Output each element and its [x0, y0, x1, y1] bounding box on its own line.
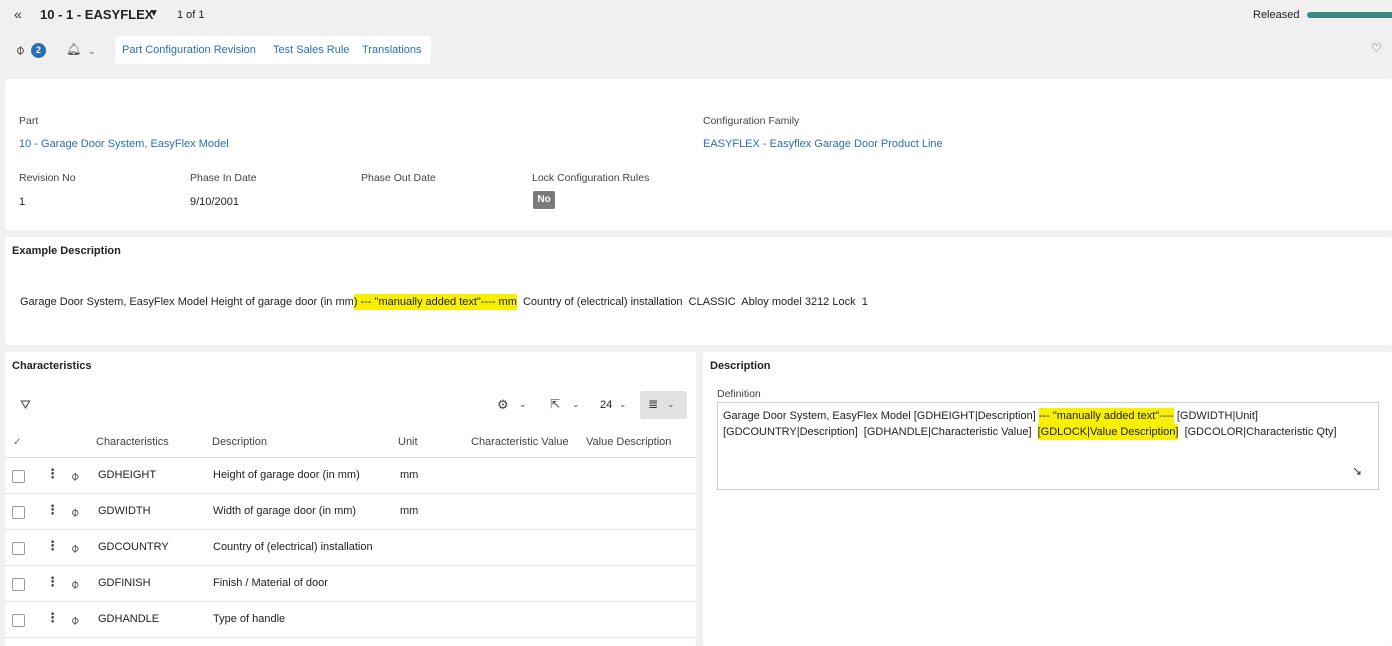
definition-line1-start: Garage Door System, EasyFlex Model [GDHE… [723, 410, 1039, 422]
view-mode-dropdown-icon[interactable]: ⌄ [667, 398, 675, 410]
phase-in-date-value: 9/10/2001 [190, 196, 239, 208]
example-description-title: Example Description [12, 245, 121, 257]
row-description: Finish / Material of door [213, 577, 328, 589]
revision-no-value: 1 [19, 196, 26, 208]
attachment-icon[interactable]: ⌀ [12, 41, 28, 58]
row-checkbox[interactable] [12, 578, 25, 591]
row-attachment-icon[interactable]: ⌀ [67, 468, 82, 483]
list-view-icon[interactable]: ≣ [648, 397, 658, 411]
row-unit: mm [400, 505, 419, 517]
link-part-configuration-revision[interactable]: Part Configuration Revision [122, 44, 256, 56]
example-description-panel [5, 237, 1392, 345]
table-row[interactable]: ⋮ ⌀ GDWIDTH Width of garage door (in mm)… [5, 494, 695, 530]
record-pager: 1 of 1 [177, 9, 205, 21]
resize-handle-icon[interactable]: ↘ [1352, 464, 1362, 478]
characteristics-title: Characteristics [12, 360, 92, 372]
example-text-end: Country of (electrical) installation CLA… [516, 296, 868, 308]
part-label: Part [19, 115, 39, 127]
column-header-description[interactable]: Description [212, 436, 267, 448]
row-attachment-icon[interactable]: ⌀ [67, 612, 82, 627]
configuration-family-label: Configuration Family [703, 115, 800, 127]
row-description: Country of (electrical) installation [213, 541, 373, 553]
column-header-characteristics[interactable]: Characteristics [96, 436, 169, 448]
filter-icon[interactable]: ⛛ [20, 397, 31, 413]
row-menu-icon[interactable]: ⋮ [46, 574, 59, 590]
definition-line2-highlight: [GDLOCK|Value Description] [1037, 424, 1179, 440]
row-checkbox[interactable] [12, 506, 25, 519]
definition-line2-end: [GDCOLOR|Characteristic Qty] [1178, 426, 1337, 438]
row-attachment-icon[interactable]: ⌀ [67, 576, 82, 591]
row-menu-icon[interactable]: ⋮ [46, 610, 59, 626]
characteristics-table-body: ⋮ ⌀ GDHEIGHT Height of garage door (in m… [5, 458, 696, 646]
attachments-count-badge[interactable]: 2 [31, 43, 46, 58]
column-header-unit[interactable]: Unit [398, 436, 418, 448]
row-menu-icon[interactable]: ⋮ [46, 466, 59, 482]
column-header-characteristic-value[interactable]: Characteristic Value [471, 436, 569, 448]
part-value-link[interactable]: 10 - Garage Door System, EasyFlex Model [19, 138, 229, 150]
description-title: Description [710, 360, 771, 372]
row-description: Type of handle [213, 613, 286, 625]
row-checkbox[interactable] [12, 542, 25, 555]
table-row[interactable]: ⋮ ⌀ GDHEIGHT Height of garage door (in m… [5, 458, 695, 494]
export-icon[interactable]: ⇱ [550, 397, 560, 411]
notification-bell-icon[interactable]: 🔔︎ [66, 42, 81, 56]
row-unit: mm [400, 469, 419, 481]
phase-out-date-label: Phase Out Date [361, 172, 436, 184]
row-checkbox[interactable] [12, 470, 25, 483]
example-text-start: Garage Door System, EasyFlex Model Heigh… [20, 296, 354, 308]
link-translations[interactable]: Translations [362, 44, 422, 56]
revision-no-label: Revision No [19, 172, 76, 184]
row-characteristic-code: GDCOUNTRY [98, 541, 169, 553]
example-text-highlight: ) --- "manually added text"---- mm [353, 294, 517, 310]
row-attachment-icon[interactable]: ⌀ [67, 504, 82, 519]
row-description: Width of garage door (in mm) [213, 505, 357, 517]
lock-configuration-rules-label: Lock Configuration Rules [532, 172, 650, 184]
column-header-value-description[interactable]: Value Description [586, 436, 671, 448]
page-size-selector[interactable]: 24 [600, 399, 612, 411]
definition-line-1: Garage Door System, EasyFlex Model [GDHE… [723, 408, 1258, 424]
page-size-dropdown-icon[interactable]: ⌄ [619, 398, 627, 410]
definition-line-2: [GDCOUNTRY|Description] [GDHANDLE|Charac… [723, 424, 1337, 440]
back-icon[interactable]: « [14, 6, 22, 22]
row-description: Height of garage door (in mm) [213, 469, 360, 481]
definition-textarea[interactable]: Garage Door System, EasyFlex Model [GDHE… [717, 402, 1379, 490]
definition-line1-highlight: --- "manually added text"---- [1038, 408, 1174, 424]
notification-dropdown-icon[interactable]: ⌄ [88, 45, 96, 57]
page-title: 10 - 1 - EASYFLEX [40, 7, 154, 22]
favorite-heart-icon[interactable]: ♡ [1371, 41, 1382, 55]
lock-configuration-rules-badge: No [533, 191, 555, 209]
row-menu-icon[interactable]: ⋮ [46, 538, 59, 554]
status-progress-bar [1307, 12, 1392, 18]
definition-line1-end: [GDWIDTH|Unit] [1173, 410, 1258, 422]
table-row[interactable]: ⋮ ⌀ GDFINISH Finish / Material of door [5, 566, 695, 602]
row-checkbox[interactable] [12, 614, 25, 627]
definition-line2-start: [GDCOUNTRY|Description] [GDHANDLE|Charac… [723, 426, 1038, 438]
description-panel [703, 352, 1392, 646]
example-description-text: Garage Door System, EasyFlex Model Heigh… [20, 294, 868, 310]
row-attachment-icon[interactable]: ⌀ [67, 540, 82, 555]
table-row[interactable]: ⋮ ⌀ GDCOUNTRY Country of (electrical) in… [5, 530, 695, 566]
phase-in-date-label: Phase In Date [190, 172, 257, 184]
table-row[interactable]: ⋮ ⌀ GDHANDLE Type of handle [5, 602, 695, 638]
row-characteristic-code: GDFINISH [98, 577, 151, 589]
link-test-sales-rule[interactable]: Test Sales Rule [273, 44, 349, 56]
definition-label: Definition [717, 388, 761, 400]
export-dropdown-icon[interactable]: ⌄ [572, 398, 580, 410]
status-label: Released [1253, 9, 1300, 21]
select-all-checkmark-icon[interactable]: ✓ [13, 437, 21, 448]
configuration-family-link[interactable]: EASYFLEX - Easyflex Garage Door Product … [703, 138, 943, 150]
row-menu-icon[interactable]: ⋮ [46, 502, 59, 518]
settings-dropdown-icon[interactable]: ⌄ [519, 398, 527, 410]
row-characteristic-code: GDHEIGHT [98, 469, 157, 481]
title-dropdown-icon[interactable]: ▼ [149, 8, 159, 19]
row-characteristic-code: GDWIDTH [98, 505, 151, 517]
row-characteristic-code: GDHANDLE [98, 613, 160, 625]
settings-gear-icon[interactable]: ⚙ [497, 397, 509, 413]
